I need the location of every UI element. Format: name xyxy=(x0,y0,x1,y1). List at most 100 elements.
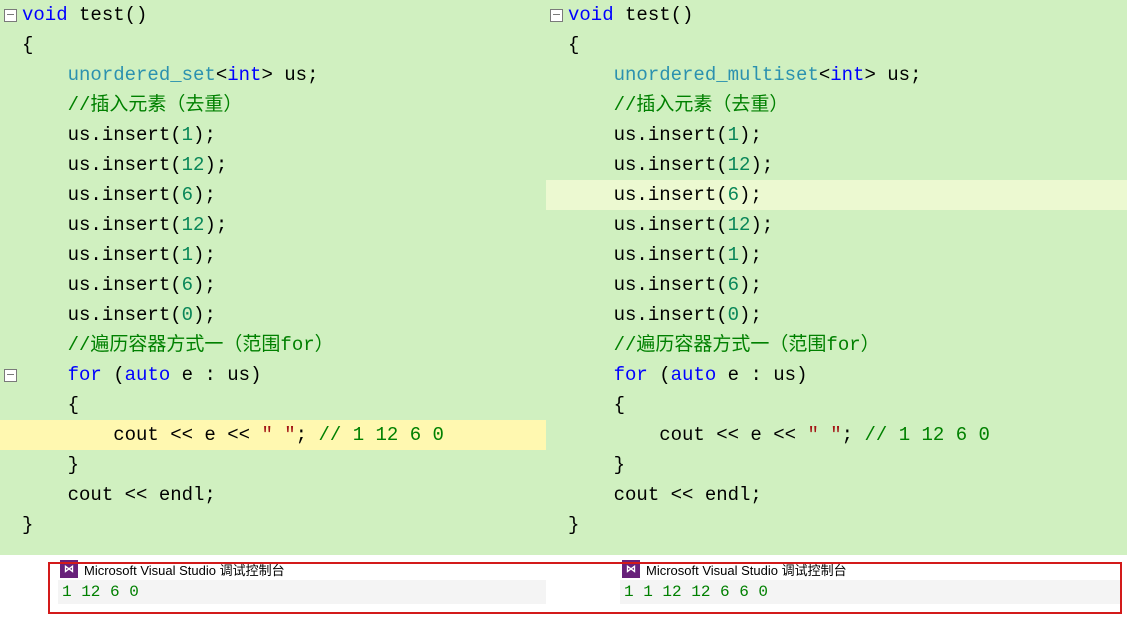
token-id: ); xyxy=(739,304,762,326)
token-id xyxy=(568,334,614,356)
code-line[interactable]: unordered_set<int> us; xyxy=(22,60,542,90)
fold-toggle-icon[interactable] xyxy=(550,9,563,22)
token-cm: // 1 12 6 0 xyxy=(318,424,443,446)
token-id xyxy=(22,334,68,356)
token-type: unordered_multiset xyxy=(614,64,819,86)
code-line[interactable]: //遍历容器方式一（范围for） xyxy=(568,330,1123,360)
fold-toggle-icon[interactable] xyxy=(4,9,17,22)
token-id: e : us) xyxy=(716,364,807,386)
token-id: cout << e << xyxy=(22,424,261,446)
token-id: us.insert( xyxy=(22,214,182,236)
token-type: unordered_set xyxy=(68,64,216,86)
code-line[interactable]: { xyxy=(568,390,1123,420)
token-cm: //插入元素（去重） xyxy=(614,94,789,116)
token-cm: // 1 12 6 0 xyxy=(864,424,989,446)
console-output-right[interactable]: 1 1 12 12 6 6 0 xyxy=(620,580,1120,604)
token-num: 6 xyxy=(728,184,739,206)
token-id: us.insert( xyxy=(22,184,182,206)
code-line[interactable]: us.insert(1); xyxy=(568,240,1123,270)
console-title-text-right: Microsoft Visual Studio 调试控制台 xyxy=(646,560,847,579)
code-line[interactable]: } xyxy=(22,510,542,540)
token-id: ); xyxy=(750,154,773,176)
token-cm: //插入元素（去重） xyxy=(68,94,243,116)
token-kw: for xyxy=(614,364,648,386)
code-line[interactable]: us.insert(12); xyxy=(568,210,1123,240)
token-num: 6 xyxy=(728,274,739,296)
code-line[interactable]: } xyxy=(22,450,542,480)
token-id: ); xyxy=(739,244,762,266)
token-num: 12 xyxy=(728,214,751,236)
token-num: 12 xyxy=(182,154,205,176)
token-id: ); xyxy=(193,244,216,266)
console-output-left[interactable]: 1 12 6 0 xyxy=(58,580,546,604)
token-id: us.insert( xyxy=(568,214,728,236)
token-id: ); xyxy=(204,214,227,236)
code-line[interactable]: cout << endl; xyxy=(22,480,542,510)
token-kw: int xyxy=(830,64,864,86)
code-line[interactable]: { xyxy=(22,390,542,420)
token-id xyxy=(22,94,68,116)
code-line[interactable]: } xyxy=(568,450,1123,480)
code-line[interactable]: us.insert(12); xyxy=(22,210,542,240)
token-id: us.insert( xyxy=(568,124,728,146)
token-cm: //遍历容器方式一（范围for） xyxy=(614,334,880,356)
code-line[interactable]: us.insert(6); xyxy=(22,180,542,210)
token-num: 12 xyxy=(182,214,205,236)
token-id: us.insert( xyxy=(568,184,728,206)
console-title-text-left: Microsoft Visual Studio 调试控制台 xyxy=(84,560,285,579)
token-id: us.insert( xyxy=(22,124,182,146)
code-line[interactable]: us.insert(0); xyxy=(568,300,1123,330)
token-id: } xyxy=(568,514,579,536)
token-num: 1 xyxy=(182,124,193,146)
code-line[interactable]: us.insert(6); xyxy=(568,270,1123,300)
token-id: > us; xyxy=(261,64,318,86)
token-num: 1 xyxy=(728,244,739,266)
gutter-right xyxy=(546,0,564,555)
code-line[interactable]: //插入元素（去重） xyxy=(22,90,542,120)
console-window-left: ⋈ Microsoft Visual Studio 调试控制台 1 12 6 0 xyxy=(58,558,546,608)
token-id: ); xyxy=(739,184,762,206)
token-cm: //遍历容器方式一（范围for） xyxy=(68,334,334,356)
code-area-right[interactable]: void test(){ unordered_multiset<int> us;… xyxy=(568,0,1123,540)
code-line[interactable]: us.insert(6); xyxy=(568,180,1123,210)
token-id: test() xyxy=(614,4,694,26)
token-kw: void xyxy=(568,4,614,26)
code-line[interactable]: cout << e << " "; // 1 12 6 0 xyxy=(568,420,1123,450)
token-id: us.insert( xyxy=(22,244,182,266)
code-line[interactable]: us.insert(1); xyxy=(568,120,1123,150)
token-id: ); xyxy=(739,124,762,146)
code-line[interactable]: { xyxy=(22,30,542,60)
token-id: ); xyxy=(204,154,227,176)
code-line[interactable]: cout << endl; xyxy=(568,480,1123,510)
token-id: } xyxy=(568,454,625,476)
token-id: ); xyxy=(193,304,216,326)
code-line[interactable]: unordered_multiset<int> us; xyxy=(568,60,1123,90)
code-line[interactable]: void test() xyxy=(22,0,542,30)
code-line[interactable]: { xyxy=(568,30,1123,60)
code-line[interactable]: for (auto e : us) xyxy=(568,360,1123,390)
code-line[interactable]: } xyxy=(568,510,1123,540)
token-id: { xyxy=(22,394,79,416)
token-id: ); xyxy=(193,124,216,146)
code-line[interactable]: us.insert(6); xyxy=(22,270,542,300)
token-id: { xyxy=(568,394,625,416)
console-titlebar-left[interactable]: ⋈ Microsoft Visual Studio 调试控制台 xyxy=(58,558,546,580)
code-line[interactable]: us.insert(0); xyxy=(22,300,542,330)
code-pane-right: void test(){ unordered_multiset<int> us;… xyxy=(546,0,1127,555)
token-kw: int xyxy=(227,64,261,86)
code-line[interactable]: void test() xyxy=(568,0,1123,30)
code-line[interactable]: us.insert(1); xyxy=(22,240,542,270)
token-id: us.insert( xyxy=(568,244,728,266)
fold-toggle-icon[interactable] xyxy=(4,369,17,382)
code-line[interactable]: //遍历容器方式一（范围for） xyxy=(22,330,542,360)
code-line[interactable]: us.insert(1); xyxy=(22,120,542,150)
code-line[interactable]: //插入元素（去重） xyxy=(568,90,1123,120)
code-pane-left: void test(){ unordered_set<int> us; //插入… xyxy=(0,0,546,555)
code-line[interactable]: for (auto e : us) xyxy=(22,360,542,390)
token-id: cout << endl; xyxy=(568,484,762,506)
code-area-left[interactable]: void test(){ unordered_set<int> us; //插入… xyxy=(22,0,542,540)
code-line[interactable]: cout << e << " "; // 1 12 6 0 xyxy=(22,420,542,450)
code-line[interactable]: us.insert(12); xyxy=(22,150,542,180)
code-line[interactable]: us.insert(12); xyxy=(568,150,1123,180)
console-titlebar-right[interactable]: ⋈ Microsoft Visual Studio 调试控制台 xyxy=(620,558,1120,580)
